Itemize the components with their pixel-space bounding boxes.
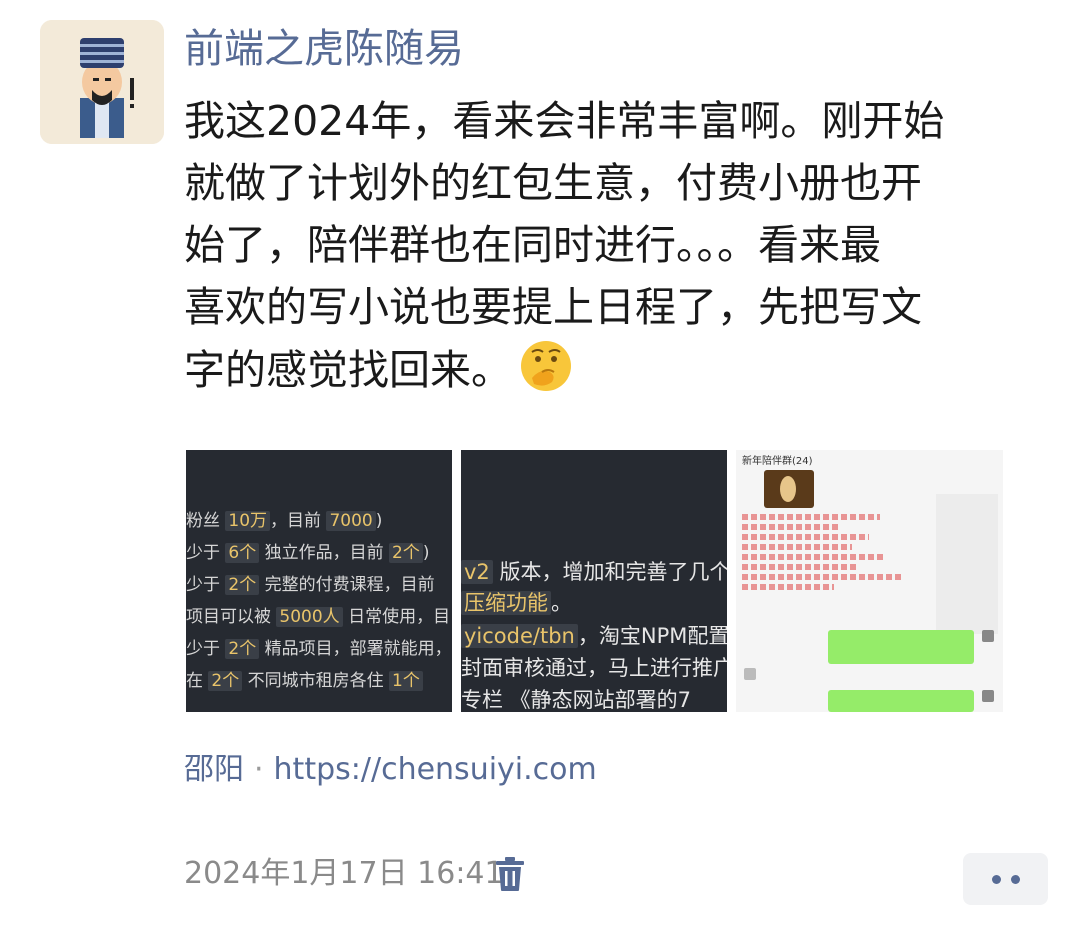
trash-icon[interactable] [495,856,525,892]
image-text-line: 少于 2个 精品项目，部署就能用， [186,639,452,659]
post-image-3[interactable]: 新年陪伴群(24) [736,450,1003,712]
post-text: 我这2024年，看来会非常丰富啊。刚开始 就做了计划外的红包生意，付费小册也开 … [184,90,1044,400]
post-image-1[interactable]: 粉丝 10万 ，目前 7000) 少于 6个 独立作品，目前 2个) 少于 2个 … [186,450,452,712]
post-text-line: 我这2024年，看来会非常丰富啊。刚开始 [184,97,945,145]
image-text-line: yicode/tbn，淘宝NPM配置二 [461,620,727,650]
post-timestamp: 2024年1月17日 16:41 [184,856,504,891]
image-text-line: 在 2个 不同城市租房各住 1个 [186,666,423,691]
post-text-line: 字的感觉找回来。 [184,346,512,394]
source-link[interactable]: https://chensuiyi.com [274,752,597,787]
image-text-line: 专栏 《静态网站部署的7 [461,688,692,712]
post-image-2[interactable]: v2 版本，增加和完善了几个 压缩功能。 yicode/tbn，淘宝NPM配置二… [461,450,727,712]
post-text-line: 始了，陪伴群也在同时进行。。。看来最 [184,221,881,269]
image-text-line: 项目可以被 5000人 日常使用，目 [186,607,451,627]
separator: · [254,752,264,787]
image-text-line: 压缩功能。 [461,587,572,617]
image-text-line: 少于 6个 独立作品，目前 2个) [186,543,430,563]
chat-avatar [982,690,994,702]
location-label[interactable]: 邵阳 [184,752,244,787]
dot-icon [991,874,1001,884]
chat-side-panel [936,494,998,634]
author-avatar[interactable] [40,20,164,144]
thinking-face-emoji-icon [521,341,571,391]
author-name[interactable]: 前端之虎陈随易 [184,22,464,76]
post-source: 邵阳 · https://chensuiyi.com [184,750,597,790]
chat-avatar [982,630,994,642]
image-text-line: v2 版本，增加和完善了几个 [461,556,727,586]
image-text-line: 粉丝 10万 ，目前 7000) [186,511,383,531]
chat-bubble [828,690,974,712]
post-text-line: 喜欢的写小说也要提上日程了，先把写文 [184,283,922,331]
image-text-line: 封面审核通过，马上进行推广 [461,656,727,680]
post-text-last-line: 字的感觉找回来。 [184,338,1044,400]
chat-avatar [744,668,756,680]
chat-bubble [828,630,974,664]
more-options-button[interactable] [963,853,1048,905]
chat-photo [764,470,814,508]
image-text-line: 少于 2个 完整的付费课程，目前 [186,575,435,595]
dot-icon [1010,874,1020,884]
chat-title: 新年陪伴群(24) [742,456,813,467]
post-text-line: 就做了计划外的红包生意，付费小册也开 [184,159,922,207]
